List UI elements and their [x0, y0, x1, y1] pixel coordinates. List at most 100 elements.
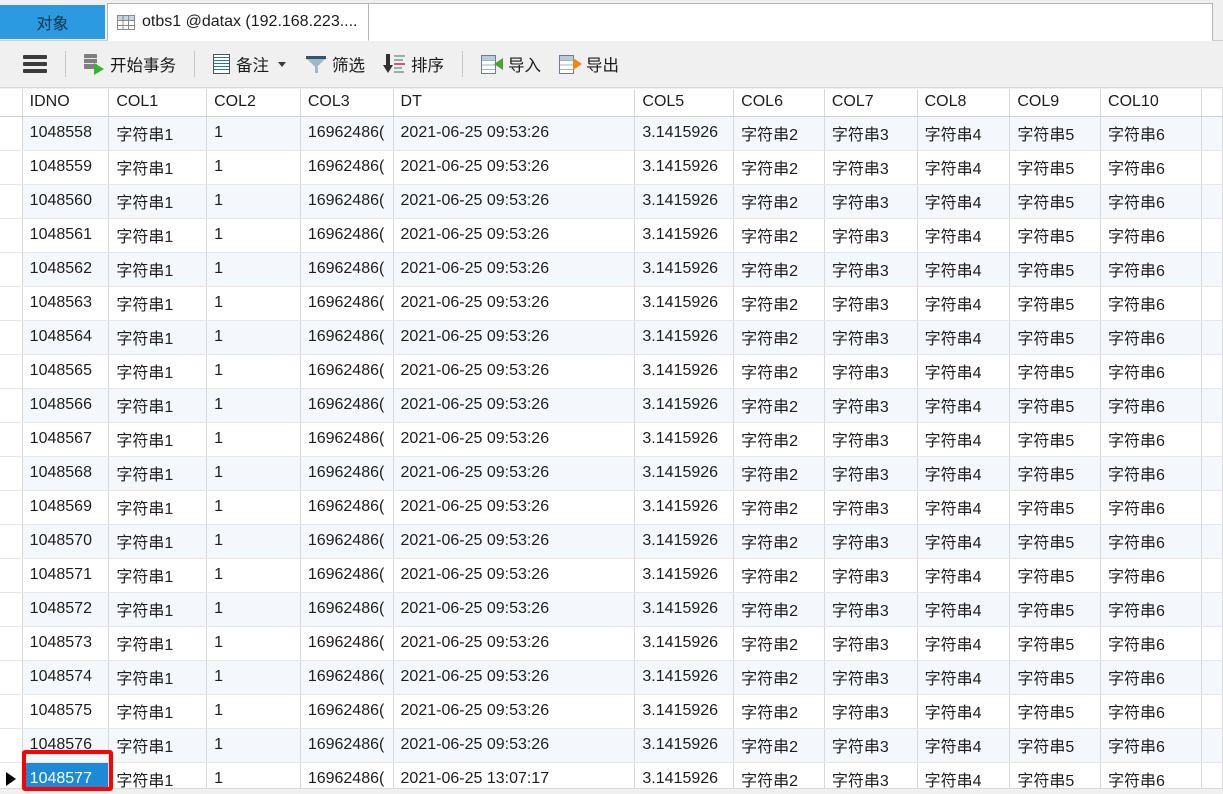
table-cell-col6[interactable]: 字符串2 [733, 660, 825, 695]
column-header-pad[interactable] [1201, 89, 1223, 117]
table-cell-col2[interactable]: 1 [206, 184, 301, 219]
table-cell-col8[interactable]: 字符串4 [917, 218, 1011, 253]
table-cell-col8[interactable]: 字符串4 [917, 490, 1011, 525]
table-cell-col7[interactable]: 字符串3 [824, 252, 918, 287]
table-row[interactable]: 1048568 字符串1 1 16962486(2021-06-25 09:53:26… [0, 456, 1223, 491]
table-cell-col9[interactable]: 字符串5 [1009, 558, 1102, 593]
table-cell-pad[interactable] [1201, 490, 1223, 525]
table-cell-col5[interactable]: 3.1415926 [634, 490, 735, 525]
table-cell-col9[interactable]: 字符串5 [1009, 592, 1102, 627]
table-cell-col1[interactable]: 字符串1 [108, 422, 208, 457]
table-cell-col9[interactable]: 字符串5 [1009, 456, 1102, 491]
table-cell-col9[interactable]: 字符串5 [1009, 286, 1102, 321]
table-cell-col6[interactable]: 字符串2 [733, 490, 825, 525]
column-header-col8[interactable]: COL8 [917, 89, 1011, 117]
table-cell-pad[interactable] [1201, 184, 1223, 219]
table-cell-col3[interactable]: 16962486( [300, 184, 394, 219]
table-cell-col3[interactable]: 16962486( [300, 354, 394, 389]
table-cell-col2[interactable]: 1 [206, 456, 301, 491]
table-cell-pad[interactable] [1201, 558, 1223, 593]
table-cell-col9[interactable]: 字符串5 [1009, 218, 1102, 253]
table-cell-col2[interactable]: 1 [206, 694, 301, 729]
table-cell-pad[interactable] [1201, 388, 1223, 423]
table-cell-pad[interactable] [1201, 422, 1223, 457]
table-cell-dt[interactable]: 2021-06-25 09:53:26 [393, 490, 636, 525]
table-cell-col1[interactable]: 字符串1 [108, 320, 208, 355]
table-cell-col7[interactable]: 字符串3 [824, 354, 918, 389]
table-row[interactable]: 1048569 字符串1 1 16962486(2021-06-25 09:53:26… [0, 490, 1223, 525]
table-cell-col5[interactable]: 3.1415926 [634, 592, 735, 627]
table-cell-col2[interactable]: 1 [206, 524, 301, 559]
table-cell-col7[interactable]: 字符串3 [824, 218, 918, 253]
table-cell-col10[interactable]: 字符串6 [1100, 320, 1202, 355]
table-cell-col2[interactable]: 1 [206, 116, 301, 151]
table-cell-col1[interactable]: 字符串1 [108, 252, 208, 287]
table-cell-col3[interactable]: 16962486( [300, 388, 394, 423]
table-cell-idno[interactable]: 1048575 [22, 694, 110, 729]
table-cell-col3[interactable]: 16962486( [300, 592, 394, 627]
table-cell-col5[interactable]: 3.1415926 [634, 150, 735, 185]
row-gutter[interactable] [0, 694, 23, 729]
table-cell-pad[interactable] [1201, 286, 1223, 321]
table-cell-idno[interactable]: 1048560 [22, 184, 110, 219]
row-gutter[interactable] [0, 728, 23, 763]
table-cell-col9[interactable]: 字符串5 [1009, 694, 1102, 729]
table-cell-col3[interactable]: 16962486( [300, 558, 394, 593]
table-cell-pad[interactable] [1201, 252, 1223, 287]
column-header-col3[interactable]: COL3 [300, 89, 394, 117]
table-cell-col5[interactable]: 3.1415926 [634, 626, 735, 661]
tab-otbs1[interactable]: otbs1 @datax (192.168.223.... [107, 3, 369, 41]
table-cell-col5[interactable]: 3.1415926 [634, 116, 735, 151]
table-cell-col2[interactable]: 1 [206, 490, 301, 525]
table-cell-col1[interactable]: 字符串1 [108, 592, 208, 627]
table-row[interactable]: 1048572 字符串1 1 16962486(2021-06-25 09:53:26… [0, 592, 1223, 627]
table-cell-col1[interactable]: 字符串1 [108, 728, 208, 763]
table-cell-idno[interactable]: 1048561 [22, 218, 110, 253]
table-cell-col1[interactable]: 字符串1 [108, 456, 208, 491]
table-cell-col1[interactable]: 字符串1 [108, 524, 208, 559]
table-cell-col10[interactable]: 字符串6 [1100, 728, 1202, 763]
table-cell-col3[interactable]: 16962486( [300, 286, 394, 321]
row-gutter[interactable] [0, 422, 23, 457]
table-cell-col9[interactable]: 字符串5 [1009, 490, 1102, 525]
table-cell-pad[interactable] [1201, 728, 1223, 763]
table-row[interactable]: 1048559 字符串1 1 16962486(2021-06-25 09:53:26… [0, 150, 1223, 185]
table-cell-dt[interactable]: 2021-06-25 09:53:26 [393, 456, 636, 491]
table-cell-col8[interactable]: 字符串4 [917, 626, 1011, 661]
table-cell-idno[interactable]: 1048572 [22, 592, 110, 627]
table-cell-col5[interactable]: 3.1415926 [634, 252, 735, 287]
row-gutter[interactable] [0, 558, 23, 593]
table-cell-col8[interactable]: 字符串4 [917, 592, 1011, 627]
table-cell-idno[interactable]: 1048568 [22, 456, 110, 491]
table-cell-col9[interactable]: 字符串5 [1009, 150, 1102, 185]
column-header-col5[interactable]: COL5 [634, 89, 735, 117]
table-cell-col9[interactable]: 字符串5 [1009, 524, 1102, 559]
table-cell-idno[interactable]: 1048573 [22, 626, 110, 661]
table-cell-col7[interactable]: 字符串3 [824, 422, 918, 457]
table-cell-idno[interactable]: 1048564 [22, 320, 110, 355]
column-header-idno[interactable]: IDNO [22, 89, 110, 117]
table-cell-col6[interactable]: 字符串2 [733, 388, 825, 423]
table-cell-col6[interactable]: 字符串2 [733, 524, 825, 559]
row-gutter[interactable] [0, 388, 23, 423]
table-cell-col2[interactable]: 1 [206, 660, 301, 695]
table-cell-col7[interactable]: 字符串3 [824, 456, 918, 491]
table-cell-pad[interactable] [1201, 592, 1223, 627]
table-cell-pad[interactable] [1201, 354, 1223, 389]
sort-button[interactable]: 排序 [374, 47, 453, 81]
table-cell-col2[interactable]: 1 [206, 388, 301, 423]
table-cell-pad[interactable] [1201, 116, 1223, 151]
table-cell-col10[interactable]: 字符串6 [1100, 694, 1202, 729]
table-cell-col8[interactable]: 字符串4 [917, 320, 1011, 355]
column-header-col7[interactable]: COL7 [824, 89, 918, 117]
table-cell-col9[interactable]: 字符串5 [1009, 660, 1102, 695]
table-cell-col6[interactable]: 字符串2 [733, 694, 825, 729]
table-cell-col8[interactable]: 字符串4 [917, 524, 1011, 559]
table-cell-col10[interactable]: 字符串6 [1100, 150, 1202, 185]
table-cell-col7[interactable]: 字符串3 [824, 728, 918, 763]
row-gutter[interactable] [0, 116, 23, 151]
table-cell-col8[interactable]: 字符串4 [917, 184, 1011, 219]
table-row[interactable]: 1048566 字符串1 1 16962486(2021-06-25 09:53:26… [0, 388, 1223, 423]
table-cell-col3[interactable]: 16962486( [300, 524, 394, 559]
table-cell-col3[interactable]: 16962486( [300, 456, 394, 491]
